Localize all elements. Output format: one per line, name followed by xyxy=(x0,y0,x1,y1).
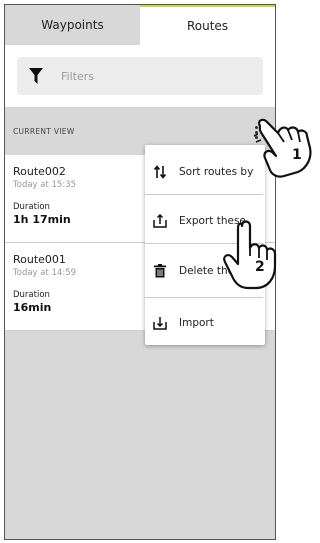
menu-item-import[interactable]: Import xyxy=(145,301,265,345)
tap-hand-icon xyxy=(253,118,312,178)
menu-divider xyxy=(145,194,263,195)
filter-section: Filters xyxy=(5,45,275,107)
filter-button[interactable]: Filters xyxy=(17,57,263,95)
step-number-badge: 2 xyxy=(255,259,265,275)
step-number-badge: 1 xyxy=(292,147,302,163)
funnel-icon xyxy=(29,68,43,84)
export-icon xyxy=(153,214,167,228)
menu-item-label: Import xyxy=(179,317,214,329)
sort-icon xyxy=(153,165,167,179)
menu-divider xyxy=(145,297,263,298)
filter-label: Filters xyxy=(61,69,94,83)
tab-bar: Waypoints Routes xyxy=(5,5,275,45)
tab-waypoints[interactable]: Waypoints xyxy=(5,5,140,45)
tab-routes[interactable]: Routes xyxy=(140,5,275,45)
import-icon xyxy=(153,317,167,330)
trash-icon xyxy=(154,264,166,278)
menu-item-label: Sort routes by xyxy=(179,166,254,178)
tap-hand-icon xyxy=(223,220,277,290)
menu-item-sort[interactable]: Sort routes by xyxy=(145,150,265,194)
